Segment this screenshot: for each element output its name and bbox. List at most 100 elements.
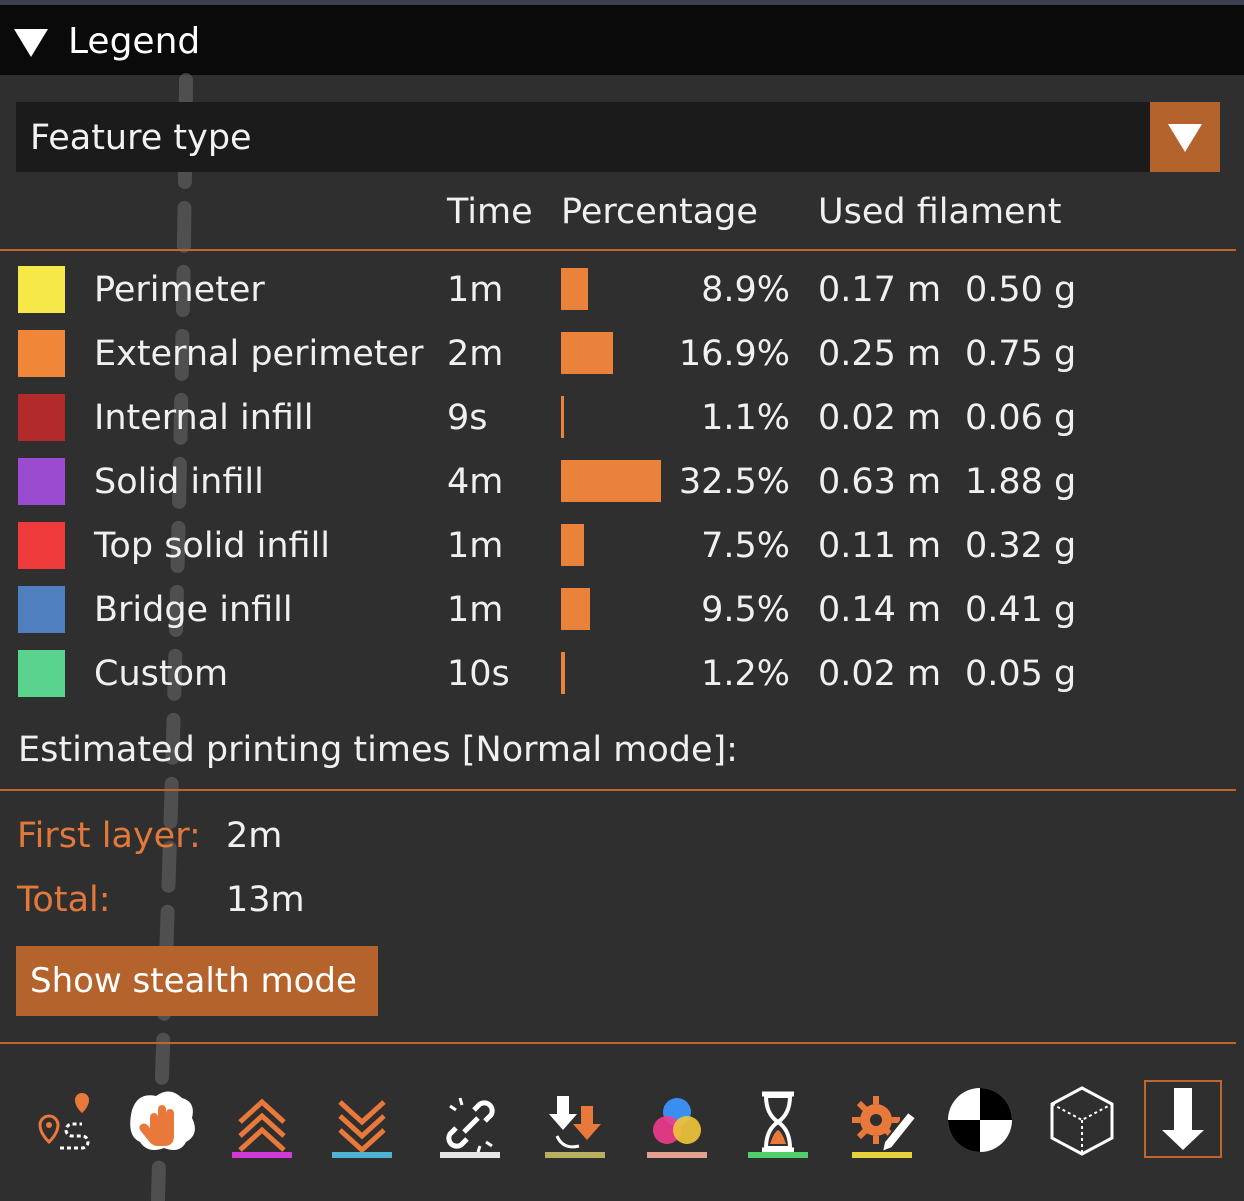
feature-percentage-bar — [561, 460, 661, 502]
stealth-button-label: Show stealth mode — [30, 961, 357, 1001]
feature-row[interactable]: Solid infill 4m 32.5% 0.63 m 1.88 g — [0, 458, 1244, 522]
feature-filament-weight: 0.41 g — [965, 590, 1077, 630]
first-layer-label: First layer: — [17, 816, 201, 856]
tool-changes-icon — [545, 1096, 605, 1158]
feature-percentage: 8.9% — [701, 270, 790, 310]
feature-color-swatch — [18, 394, 65, 441]
color-changes-icon — [647, 1098, 707, 1158]
feature-row[interactable]: Perimeter 1m 8.9% 0.17 m 0.50 g — [0, 266, 1244, 330]
feature-filament-length: 0.17 m — [818, 270, 942, 310]
feature-filament-length: 0.02 m — [818, 654, 942, 694]
feature-name: Bridge infill — [94, 590, 293, 630]
feature-row[interactable]: Top solid infill 1m 7.5% 0.11 m 0.32 g — [0, 522, 1244, 586]
wipe-toggle-button[interactable] — [118, 1080, 198, 1160]
deretractions-toggle-button[interactable] — [322, 1080, 402, 1160]
feature-time: 1m — [447, 590, 504, 630]
feature-percentage-bar — [561, 524, 584, 566]
total-label: Total: — [17, 880, 111, 920]
header-separator — [0, 249, 1236, 251]
feature-filament-weight: 0.05 g — [965, 654, 1077, 694]
feature-filament-length: 0.25 m — [818, 334, 942, 374]
feature-time: 1m — [447, 270, 504, 310]
feature-color-swatch — [18, 522, 65, 569]
feature-time: 10s — [447, 654, 510, 694]
feature-name: Perimeter — [94, 270, 265, 310]
feature-filament-weight: 1.88 g — [965, 462, 1077, 502]
travel-icon — [38, 1093, 90, 1150]
feature-name: Custom — [94, 654, 229, 694]
view-type-selected: Feature type — [30, 118, 252, 158]
color-changes-toggle-button[interactable] — [637, 1080, 717, 1160]
feature-row[interactable]: Bridge infill 1m 9.5% 0.14 m 0.41 g — [0, 586, 1244, 650]
feature-color-swatch — [18, 650, 65, 697]
feature-filament-weight: 0.32 g — [965, 526, 1077, 566]
pause-prints-icon — [748, 1091, 808, 1158]
feature-name: Solid infill — [94, 462, 264, 502]
collapse-triangle-icon[interactable] — [14, 29, 48, 57]
feature-percentage: 1.1% — [701, 398, 790, 438]
feature-filament-length: 0.02 m — [818, 398, 942, 438]
seams-icon — [440, 1097, 500, 1158]
estimate-heading: Estimated printing times [Normal mode]: — [18, 730, 738, 770]
feature-name: Internal infill — [94, 398, 314, 438]
total-value: 13m — [226, 880, 305, 920]
show-stealth-mode-button[interactable]: Show stealth mode — [16, 946, 378, 1016]
chevron-down-icon — [1168, 124, 1202, 152]
column-header-time: Time — [447, 192, 533, 232]
feature-filament-weight: 0.50 g — [965, 270, 1077, 310]
shells-icon — [1050, 1086, 1114, 1156]
pause-prints-toggle-button[interactable] — [738, 1080, 818, 1160]
tool-marker-toggle-button[interactable] — [1144, 1080, 1224, 1160]
wipe-icon — [130, 1091, 195, 1150]
custom-gcodes-icon — [852, 1096, 918, 1158]
feature-percentage-bar — [561, 396, 564, 438]
feature-color-swatch — [18, 330, 65, 377]
feature-color-swatch — [18, 266, 65, 313]
feature-filament-weight: 0.06 g — [965, 398, 1077, 438]
center-of-gravity-icon — [948, 1088, 1012, 1152]
feature-percentage-bar — [561, 652, 565, 694]
feature-percentage-bar — [561, 588, 590, 630]
center-of-gravity-toggle-button[interactable] — [940, 1080, 1020, 1160]
legend-title: Legend — [68, 21, 201, 62]
feature-filament-length: 0.63 m — [818, 462, 942, 502]
view-type-dropdown-button[interactable] — [1150, 102, 1220, 172]
tool-marker-icon — [1144, 1080, 1222, 1158]
feature-time: 2m — [447, 334, 504, 374]
deretractions-icon — [332, 1100, 392, 1158]
feature-time: 1m — [447, 526, 504, 566]
feature-percentage: 32.5% — [678, 462, 790, 502]
feature-filament-weight: 0.75 g — [965, 334, 1077, 374]
first-layer-value: 2m — [226, 816, 283, 856]
feature-row[interactable]: Custom 10s 1.2% 0.02 m 0.05 g — [0, 650, 1244, 714]
feature-row[interactable]: External perimeter 2m 16.9% 0.25 m 0.75 g — [0, 330, 1244, 394]
custom-gcodes-toggle-button[interactable] — [842, 1080, 922, 1160]
seams-toggle-button[interactable] — [430, 1080, 510, 1160]
feature-time: 4m — [447, 462, 504, 502]
column-header-percentage: Percentage — [561, 192, 758, 232]
estimate-separator — [0, 789, 1236, 791]
feature-name: External perimeter — [94, 334, 424, 374]
feature-filament-length: 0.11 m — [818, 526, 942, 566]
retractions-icon — [232, 1098, 292, 1158]
feature-percentage: 7.5% — [701, 526, 790, 566]
feature-name: Top solid infill — [94, 526, 331, 566]
toolbar-separator — [0, 1042, 1236, 1044]
feature-color-swatch — [18, 458, 65, 505]
tool-changes-toggle-button[interactable] — [535, 1080, 615, 1160]
feature-row[interactable]: Internal infill 9s 1.1% 0.02 m 0.06 g — [0, 394, 1244, 458]
view-type-combo[interactable]: Feature type — [16, 102, 1150, 172]
feature-percentage: 1.2% — [701, 654, 790, 694]
feature-percentage-bar — [561, 268, 588, 310]
feature-time: 9s — [447, 398, 488, 438]
feature-percentage-bar — [561, 332, 613, 374]
feature-percentage: 16.9% — [678, 334, 790, 374]
retractions-toggle-button[interactable] — [222, 1080, 302, 1160]
shells-toggle-button[interactable] — [1042, 1080, 1122, 1160]
column-header-used-filament: Used filament — [818, 192, 1062, 232]
legend-header[interactable]: Legend — [0, 5, 1244, 75]
feature-filament-length: 0.14 m — [818, 590, 942, 630]
feature-percentage: 9.5% — [701, 590, 790, 630]
travel-toggle-button[interactable] — [20, 1080, 100, 1160]
feature-color-swatch — [18, 586, 65, 633]
